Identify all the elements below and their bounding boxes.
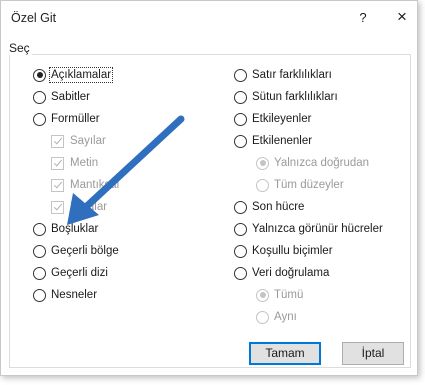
option-label: Koşullu biçimler [252,245,333,257]
option-label: Tüm düzeyler [274,179,344,191]
checkbox[interactable] [51,200,64,214]
option-all-levels[interactable]: Tüm düzeyler [256,176,344,194]
option-text[interactable]: Metin [51,154,98,172]
option-formulas[interactable]: Formüller [33,110,100,128]
option-label: Aynı [274,311,297,323]
option-label: Geçerli dizi [51,267,108,279]
radio-button[interactable] [33,244,46,258]
radio-button[interactable] [33,266,46,280]
option-label: Metin [70,157,99,169]
radio-button[interactable] [256,156,269,170]
option-constants[interactable]: Sabitler [33,88,90,106]
dialog-title: Özel Git [11,11,57,25]
option-label: Açıklamalar [48,67,114,83]
option-blanks[interactable]: Boşluklar [33,220,98,238]
option-label: Hatalar [70,201,108,213]
option-errors[interactable]: Hatalar [51,198,107,216]
cancel-button[interactable]: İptal [342,342,404,365]
radio-button[interactable] [33,90,46,104]
option-label: Etkileyenler [252,113,312,125]
option-column-differences[interactable]: Sütun farklılıkları [234,88,338,106]
radio-button[interactable] [234,244,247,258]
option-label: Son hücre [252,201,305,213]
close-button[interactable]: × [391,6,413,28]
radio-button[interactable] [33,112,46,126]
radio-button[interactable] [256,310,269,324]
radio-button[interactable] [234,222,247,236]
option-label: Etkilenenler [252,135,313,147]
option-label: Tümü [274,289,304,301]
option-comments[interactable]: Açıklamalar [33,66,114,84]
option-objects[interactable]: Nesneler [33,286,97,304]
radio-button[interactable] [256,288,269,302]
option-label: Veri doğrulama [252,267,330,279]
option-dependents[interactable]: Etkilenenler [234,132,312,150]
option-validation-same[interactable]: Aynı [256,308,297,326]
option-label: Yalnızca doğrudan [274,157,370,169]
option-label: Sayılar [70,135,106,147]
go-to-special-dialog: Özel Git ? × Seç Açıklamalar Sabitler Fo… [0,0,418,376]
option-label: Mantıksal [70,179,120,191]
option-visible-cells-only[interactable]: Yalnızca görünür hücreler [234,220,383,238]
option-direct-only[interactable]: Yalnızca doğrudan [256,154,369,172]
radio-button[interactable] [256,178,269,192]
option-data-validation[interactable]: Veri doğrulama [234,264,329,282]
option-numbers[interactable]: Sayılar [51,132,106,150]
radio-button[interactable] [33,288,46,302]
option-label: Sütun farklılıkları [252,91,338,103]
option-last-cell[interactable]: Son hücre [234,198,304,216]
option-label: Yalnızca görünür hücreler [252,223,383,235]
group-label: Seç [7,41,32,55]
option-logicals[interactable]: Mantıksal [51,176,119,194]
radio-button[interactable] [234,90,247,104]
radio-button[interactable] [234,266,247,280]
option-current-array[interactable]: Geçerli dizi [33,264,108,282]
checkbox[interactable] [51,134,64,148]
radio-button[interactable] [234,68,247,82]
radio-button[interactable] [234,134,247,148]
radio-button[interactable] [234,200,247,214]
radio-button[interactable] [234,112,247,126]
ok-button[interactable]: Tamam [249,342,321,365]
option-conditional-formats[interactable]: Koşullu biçimler [234,242,333,260]
option-precedents[interactable]: Etkileyenler [234,110,311,128]
option-label: Geçerli bölge [51,245,119,257]
title-bar: Özel Git ? × [1,1,417,35]
option-validation-all[interactable]: Tümü [256,286,303,304]
radio-button[interactable] [33,68,46,82]
option-label: Sabitler [51,91,90,103]
radio-button[interactable] [33,222,46,236]
help-button[interactable]: ? [353,7,373,29]
option-label: Nesneler [51,289,98,301]
checkbox[interactable] [51,178,64,192]
option-row-differences[interactable]: Satır farklılıkları [234,66,332,84]
option-current-region[interactable]: Geçerli bölge [33,242,119,260]
checkbox[interactable] [51,156,64,170]
option-label: Boşluklar [51,223,99,235]
option-label: Formüller [51,113,100,125]
option-label: Satır farklılıkları [252,69,332,81]
